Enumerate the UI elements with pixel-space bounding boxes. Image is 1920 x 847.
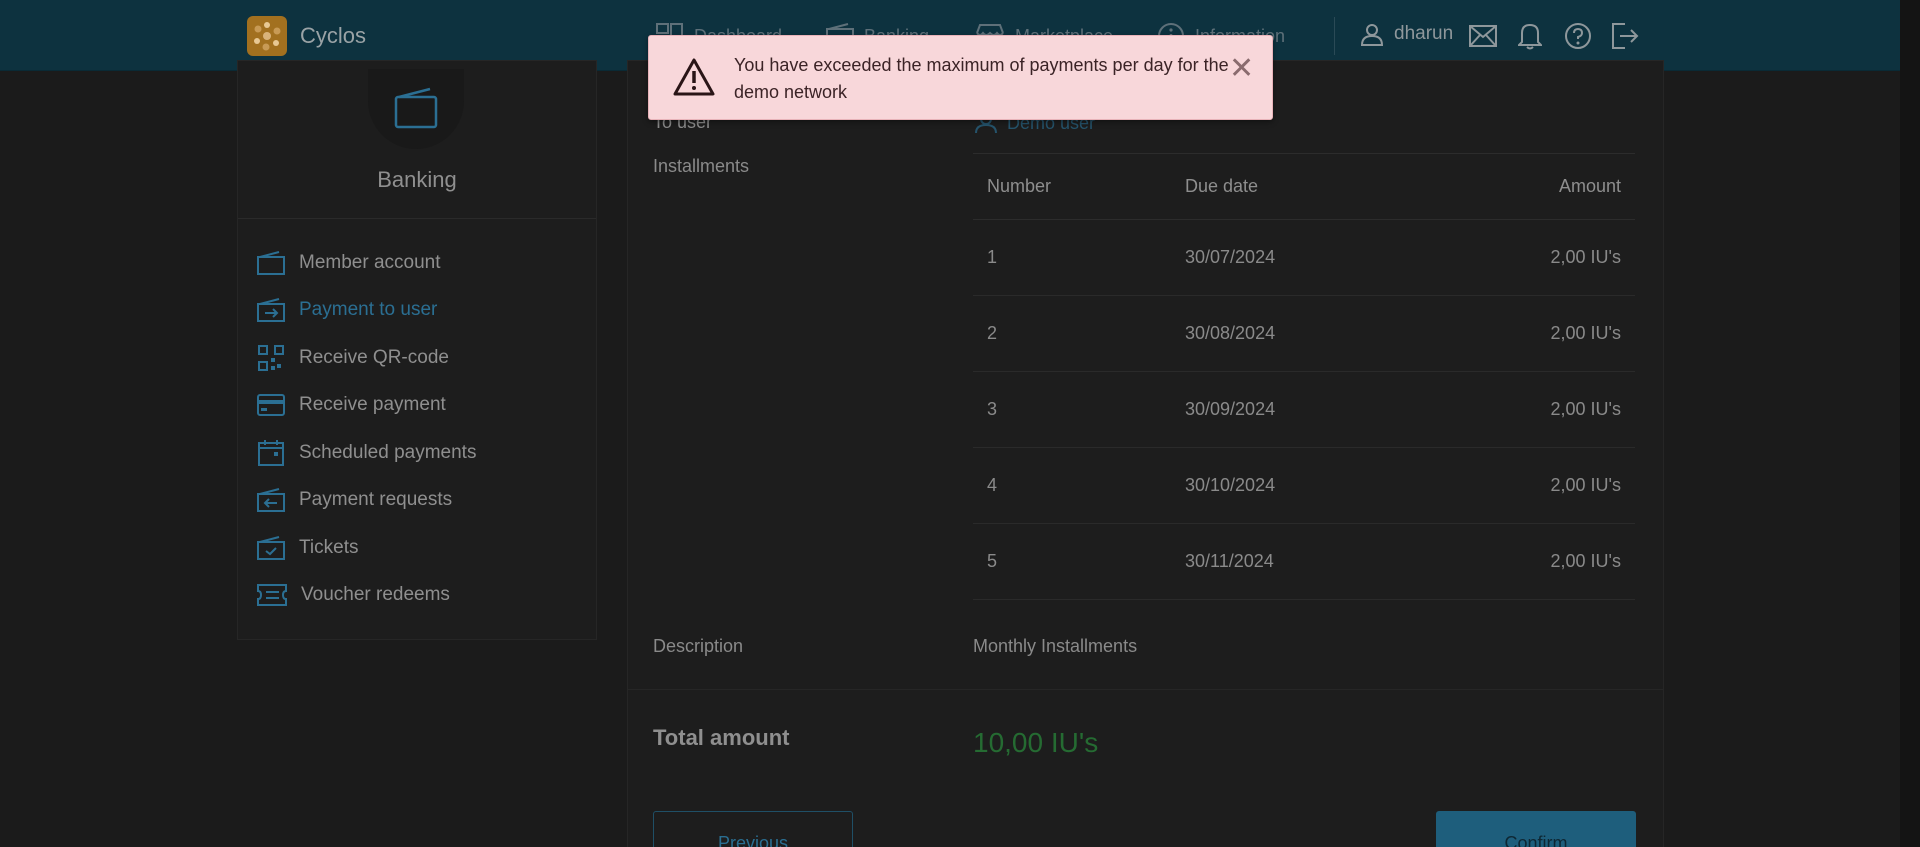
table-row: 2 30/08/2024 2,00 IU's [973,295,1635,372]
sidebar-item-voucher-redeems[interactable]: Voucher redeems [238,572,596,620]
notifications-button[interactable] [1515,21,1545,51]
installment-due-date: 30/08/2024 [1171,295,1431,372]
sidebar-item-label: Scheduled payments [299,441,477,463]
sidebar-header: Banking [238,61,596,219]
wallet-icon [394,87,438,129]
sidebar-item-payment-to-user[interactable]: Payment to user [238,287,596,335]
cyclos-logo[interactable] [247,16,287,56]
sidebar-icon-badge [368,69,464,149]
help-icon [1565,23,1591,49]
installment-number: 1 [973,219,1171,296]
error-alert: You have exceeded the maximum of payment… [648,35,1273,120]
sidebar-title: Banking [377,167,457,192]
section-divider [628,689,1663,690]
close-icon[interactable]: ✕ [1229,54,1254,84]
column-number: Number [973,153,1171,220]
scrollbar-track[interactable] [1900,0,1920,847]
sidebar-item-label: Payment requests [299,489,453,511]
total-amount-label: Total amount [653,725,790,750]
installments-label: Installments [653,156,750,176]
sidebar-item-receive-payment[interactable]: Receive payment [238,382,596,430]
installment-number: 2 [973,295,1171,372]
mail-icon [1469,25,1497,47]
sidebar-item-label: Receive payment [299,394,446,416]
username: dharun [1394,23,1454,44]
installment-amount: 2,00 IU's [1431,371,1635,448]
description-label: Description [653,636,744,656]
installment-due-date: 30/09/2024 [1171,371,1431,448]
installment-number: 5 [973,523,1171,600]
installment-number: 4 [973,447,1171,524]
sidebar-item-scheduled-payments[interactable]: Scheduled payments [238,429,596,477]
column-amount: Amount [1431,153,1635,220]
brand-name[interactable]: Cyclos [300,23,366,49]
installment-due-date: 30/07/2024 [1171,219,1431,296]
qr-code-icon [258,344,284,371]
logout-button[interactable] [1610,21,1640,51]
installment-due-date: 30/11/2024 [1171,523,1431,600]
table-row: 4 30/10/2024 2,00 IU's [973,447,1635,524]
sidebar-item-member-account[interactable]: Member account [238,239,596,287]
credit-card-icon [257,394,285,417]
description-value: Monthly Installments [973,636,1138,656]
column-due-date: Due date [1171,153,1431,220]
table-row: 3 30/09/2024 2,00 IU's [973,371,1635,448]
installment-amount: 2,00 IU's [1431,219,1635,296]
sidebar-item-label: Member account [299,251,441,273]
sidebar-item-label: Payment to user [299,299,438,321]
table-row: 5 30/11/2024 2,00 IU's [973,523,1635,600]
table-row: 1 30/07/2024 2,00 IU's [973,219,1635,296]
installments-table: Number Due date Amount 1 30/07/2024 2,00… [973,153,1635,600]
warning-icon [673,58,715,96]
installment-amount: 2,00 IU's [1431,523,1635,600]
sidebar-item-tickets[interactable]: Tickets [238,524,596,572]
calendar-icon [258,439,284,466]
confirm-button[interactable]: Confirm [1436,811,1636,847]
sidebar-item-label: Receive QR-code [299,346,449,368]
logout-icon [1612,23,1639,49]
sidebar-item-label: Voucher redeems [301,584,450,606]
sidebar-menu: Member account Payment to user Receive Q… [238,219,596,619]
installment-amount: 2,00 IU's [1431,447,1635,524]
user-menu[interactable]: dharun [1360,22,1453,46]
nav-separator [1334,17,1335,55]
wallet-arrow-left-icon [257,488,285,513]
help-button[interactable] [1563,21,1593,51]
sidebar-item-receive-qr-code[interactable]: Receive QR-code [238,334,596,382]
total-amount-value: 10,00 IU's [973,727,1099,758]
wallet-arrow-icon [257,298,285,323]
table-header-row: Number Due date Amount [973,153,1635,220]
alert-message: You have exceeded the maximum of payment… [734,55,1229,102]
sidebar-item-label: Tickets [299,536,359,558]
banking-sidebar: Banking Member account Payment to user R… [237,60,597,640]
previous-button[interactable]: Previous [653,811,853,847]
bell-icon [1518,23,1542,50]
messages-button[interactable] [1468,21,1498,51]
ticket-check-icon [257,535,285,560]
sidebar-item-payment-requests[interactable]: Payment requests [238,477,596,525]
installment-number: 3 [973,371,1171,448]
wallet-icon [257,250,285,275]
voucher-icon [257,584,287,607]
installment-amount: 2,00 IU's [1431,295,1635,372]
user-icon [1360,24,1384,46]
installment-due-date: 30/10/2024 [1171,447,1431,524]
